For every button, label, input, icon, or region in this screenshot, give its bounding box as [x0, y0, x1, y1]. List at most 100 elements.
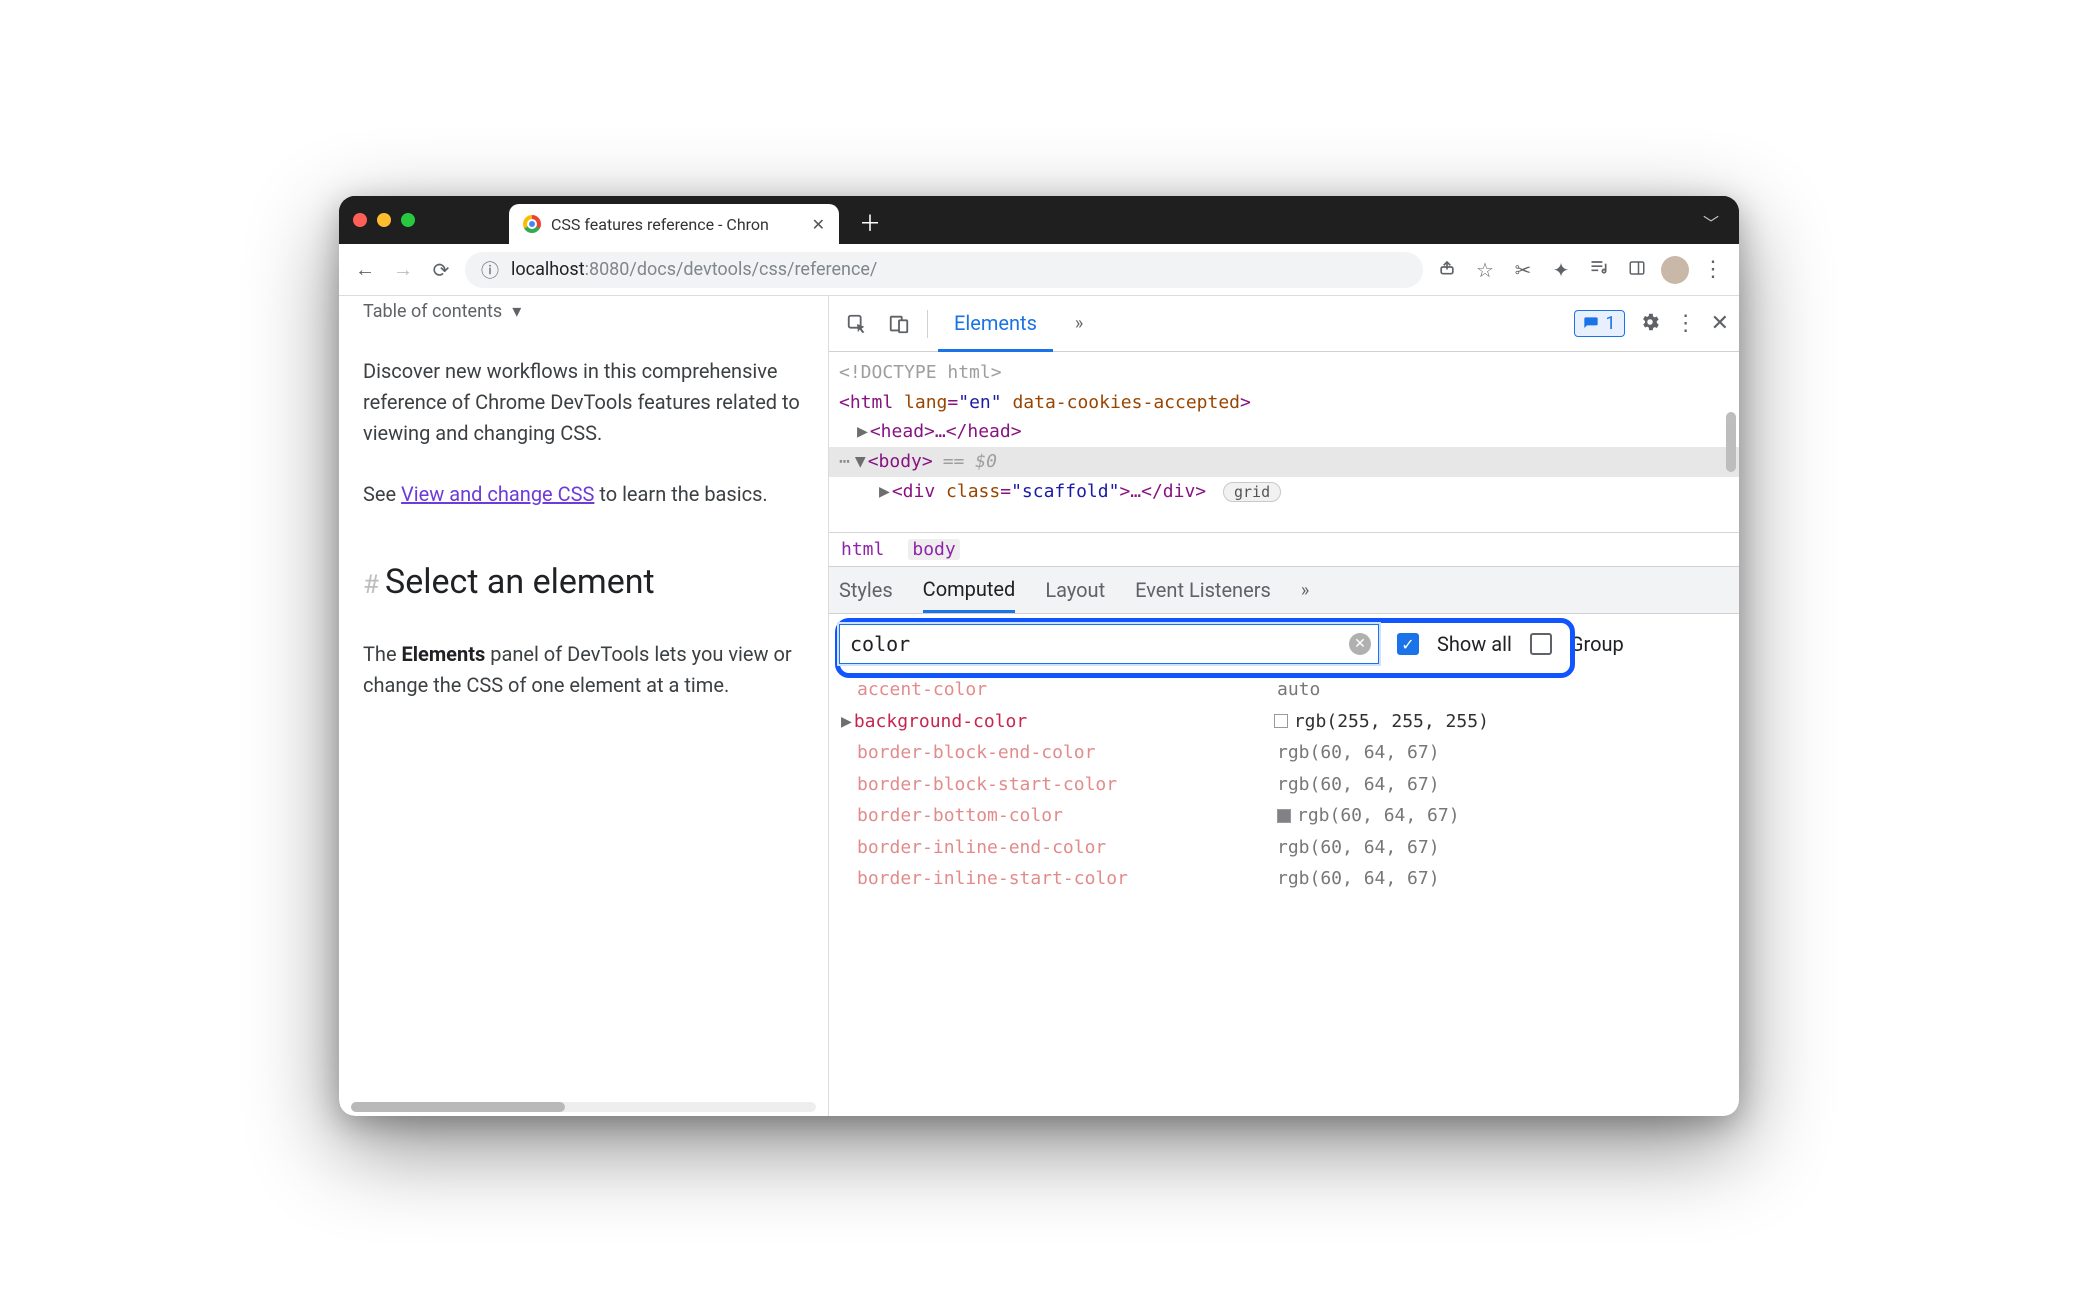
breadcrumb: html body: [829, 532, 1739, 566]
share-icon[interactable]: [1433, 257, 1461, 282]
computed-row[interactable]: accent-color auto: [857, 674, 1739, 706]
extensions-icon[interactable]: ✦: [1547, 258, 1575, 282]
toc-toggle[interactable]: Table of contents ▾: [363, 298, 804, 326]
collapse-icon[interactable]: ▼: [855, 447, 866, 477]
prop-value: rgb(255, 255, 255): [1274, 706, 1489, 738]
maximize-window-button[interactable]: [401, 213, 415, 227]
content-area: Table of contents ▾ Discover new workflo…: [339, 296, 1739, 1116]
expand-icon[interactable]: ▶: [879, 477, 890, 507]
prop-value: rgb(60, 64, 67): [1277, 800, 1460, 832]
prop-name: border-inline-start-color: [857, 863, 1277, 895]
close-window-button[interactable]: [353, 213, 367, 227]
div-node[interactable]: ▶<div class="scaffold">…</div> grid: [839, 477, 1735, 507]
reload-button[interactable]: ⟳: [427, 258, 455, 282]
expand-icon[interactable]: ▶: [857, 417, 868, 447]
event-listeners-tab[interactable]: Event Listeners: [1135, 567, 1271, 613]
view-change-css-link[interactable]: View and change CSS: [401, 482, 594, 506]
computed-row[interactable]: border-inline-end-color rgb(60, 64, 67): [857, 832, 1739, 864]
computed-tab[interactable]: Computed: [923, 567, 1016, 613]
browser-window: CSS features reference - Chron ✕ ＋ ﹀ ← →…: [339, 196, 1739, 1116]
filter-row: ✕ ✓ Show all Group: [829, 614, 1739, 674]
traffic-lights: [353, 213, 415, 227]
profile-avatar[interactable]: [1661, 256, 1689, 284]
dom-tree[interactable]: <!DOCTYPE html> <html lang="en" data-coo…: [829, 352, 1739, 532]
browser-toolbar: ← → ⟳ ⓘ localhost:8080/docs/devtools/css…: [339, 244, 1739, 296]
tab-title: CSS features reference - Chron: [551, 215, 769, 234]
computed-row[interactable]: border-inline-start-color rgb(60, 64, 67…: [857, 863, 1739, 895]
new-tab-button[interactable]: ＋: [859, 206, 881, 238]
show-all-checkbox[interactable]: ✓: [1397, 633, 1419, 655]
tabstrip: CSS features reference - Chron ✕ ＋ ﹀: [339, 196, 1739, 244]
html-node[interactable]: <html lang="en" data-cookies-accepted>: [839, 388, 1735, 418]
device-toggle-icon[interactable]: [881, 306, 917, 342]
tabs-dropdown-icon[interactable]: ﹀: [1703, 210, 1719, 234]
intro-text: Discover new workflows in this comprehen…: [363, 356, 804, 449]
clear-input-icon[interactable]: ✕: [1349, 633, 1371, 655]
horizontal-scrollbar[interactable]: [351, 1102, 816, 1112]
issues-count: 1: [1605, 313, 1615, 334]
styles-subtabs: Styles Computed Layout Event Listeners »: [829, 566, 1739, 614]
more-tabs-icon[interactable]: »: [1059, 296, 1099, 351]
url-text: localhost:8080/docs/devtools/css/referen…: [511, 259, 877, 280]
prop-value: rgb(60, 64, 67): [1277, 769, 1440, 801]
tab-close-icon[interactable]: ✕: [812, 215, 825, 234]
filter-input[interactable]: [839, 624, 1379, 664]
heading-row: # Select an element: [363, 556, 804, 609]
computed-row[interactable]: border-block-end-color rgb(60, 64, 67): [857, 737, 1739, 769]
devtools-panel: Elements » 1 ⋮ ✕ <!DOCTYPE html>: [829, 296, 1739, 1116]
styles-tab[interactable]: Styles: [839, 567, 893, 613]
dom-scrollbar[interactable]: [1726, 412, 1736, 472]
toc-label: Table of contents: [363, 298, 502, 326]
section-heading: Select an element: [385, 556, 655, 609]
crumb-html[interactable]: html: [841, 539, 884, 560]
chrome-icon: [523, 215, 541, 233]
elements-tab[interactable]: Elements: [938, 297, 1053, 352]
computed-row[interactable]: border-bottom-color rgb(60, 64, 67): [857, 800, 1739, 832]
grid-badge[interactable]: grid: [1223, 482, 1281, 502]
browser-tab[interactable]: CSS features reference - Chron ✕: [509, 204, 839, 244]
head-node[interactable]: ▶<head>…</head>: [839, 417, 1735, 447]
prop-value: rgb(60, 64, 67): [1277, 737, 1440, 769]
show-all-label: Show all: [1437, 632, 1512, 656]
more-subtabs-icon[interactable]: »: [1301, 567, 1309, 613]
expand-icon[interactable]: ▶: [841, 706, 852, 738]
playlist-icon[interactable]: [1585, 257, 1613, 282]
see-line: See View and change CSS to learn the bas…: [363, 479, 804, 510]
crumb-body[interactable]: body: [908, 539, 959, 560]
layout-tab[interactable]: Layout: [1045, 567, 1105, 613]
minimize-window-button[interactable]: [377, 213, 391, 227]
back-button[interactable]: ←: [351, 257, 379, 282]
prop-name: accent-color: [857, 674, 1277, 706]
prop-value: auto: [1277, 674, 1320, 706]
browser-menu-icon[interactable]: ⋮: [1699, 257, 1727, 282]
group-checkbox[interactable]: [1530, 633, 1552, 655]
chevron-down-icon: ▾: [512, 298, 521, 326]
computed-row[interactable]: border-block-start-color rgb(60, 64, 67): [857, 769, 1739, 801]
prop-name: border-bottom-color: [857, 800, 1277, 832]
body-node-selected[interactable]: ⋯ ▼ <body> == $0: [829, 447, 1739, 477]
inspect-icon[interactable]: [839, 306, 875, 342]
devtools-top-toolbar: Elements » 1 ⋮ ✕: [829, 296, 1739, 352]
ellipsis-icon[interactable]: ⋯: [839, 447, 851, 477]
section-text: The Elements panel of DevTools lets you …: [363, 639, 804, 701]
site-info-icon[interactable]: ⓘ: [481, 257, 499, 283]
forward-button[interactable]: →: [389, 257, 417, 282]
devtools-menu-icon[interactable]: ⋮: [1675, 311, 1697, 336]
sidepanel-icon[interactable]: [1623, 258, 1651, 282]
color-swatch[interactable]: [1274, 714, 1288, 728]
computed-row[interactable]: ▶ background-color rgb(255, 255, 255): [857, 706, 1739, 738]
issues-badge[interactable]: 1: [1574, 310, 1624, 337]
bookmark-star-icon[interactable]: ☆: [1471, 258, 1499, 282]
prop-value: rgb(60, 64, 67): [1277, 832, 1440, 864]
devtools-close-icon[interactable]: ✕: [1711, 311, 1729, 336]
doctype-node[interactable]: <!DOCTYPE html>: [839, 358, 1735, 388]
scissors-icon[interactable]: ✂: [1509, 258, 1537, 282]
webpage-panel: Table of contents ▾ Discover new workflo…: [339, 296, 829, 1116]
settings-gear-icon[interactable]: [1639, 311, 1661, 337]
prop-name: background-color: [854, 706, 1274, 738]
prop-name: border-block-end-color: [857, 737, 1277, 769]
prop-name: border-block-start-color: [857, 769, 1277, 801]
dollar-zero: == $0: [943, 447, 997, 477]
color-swatch[interactable]: [1277, 809, 1291, 823]
omnibox[interactable]: ⓘ localhost:8080/docs/devtools/css/refer…: [465, 252, 1423, 288]
